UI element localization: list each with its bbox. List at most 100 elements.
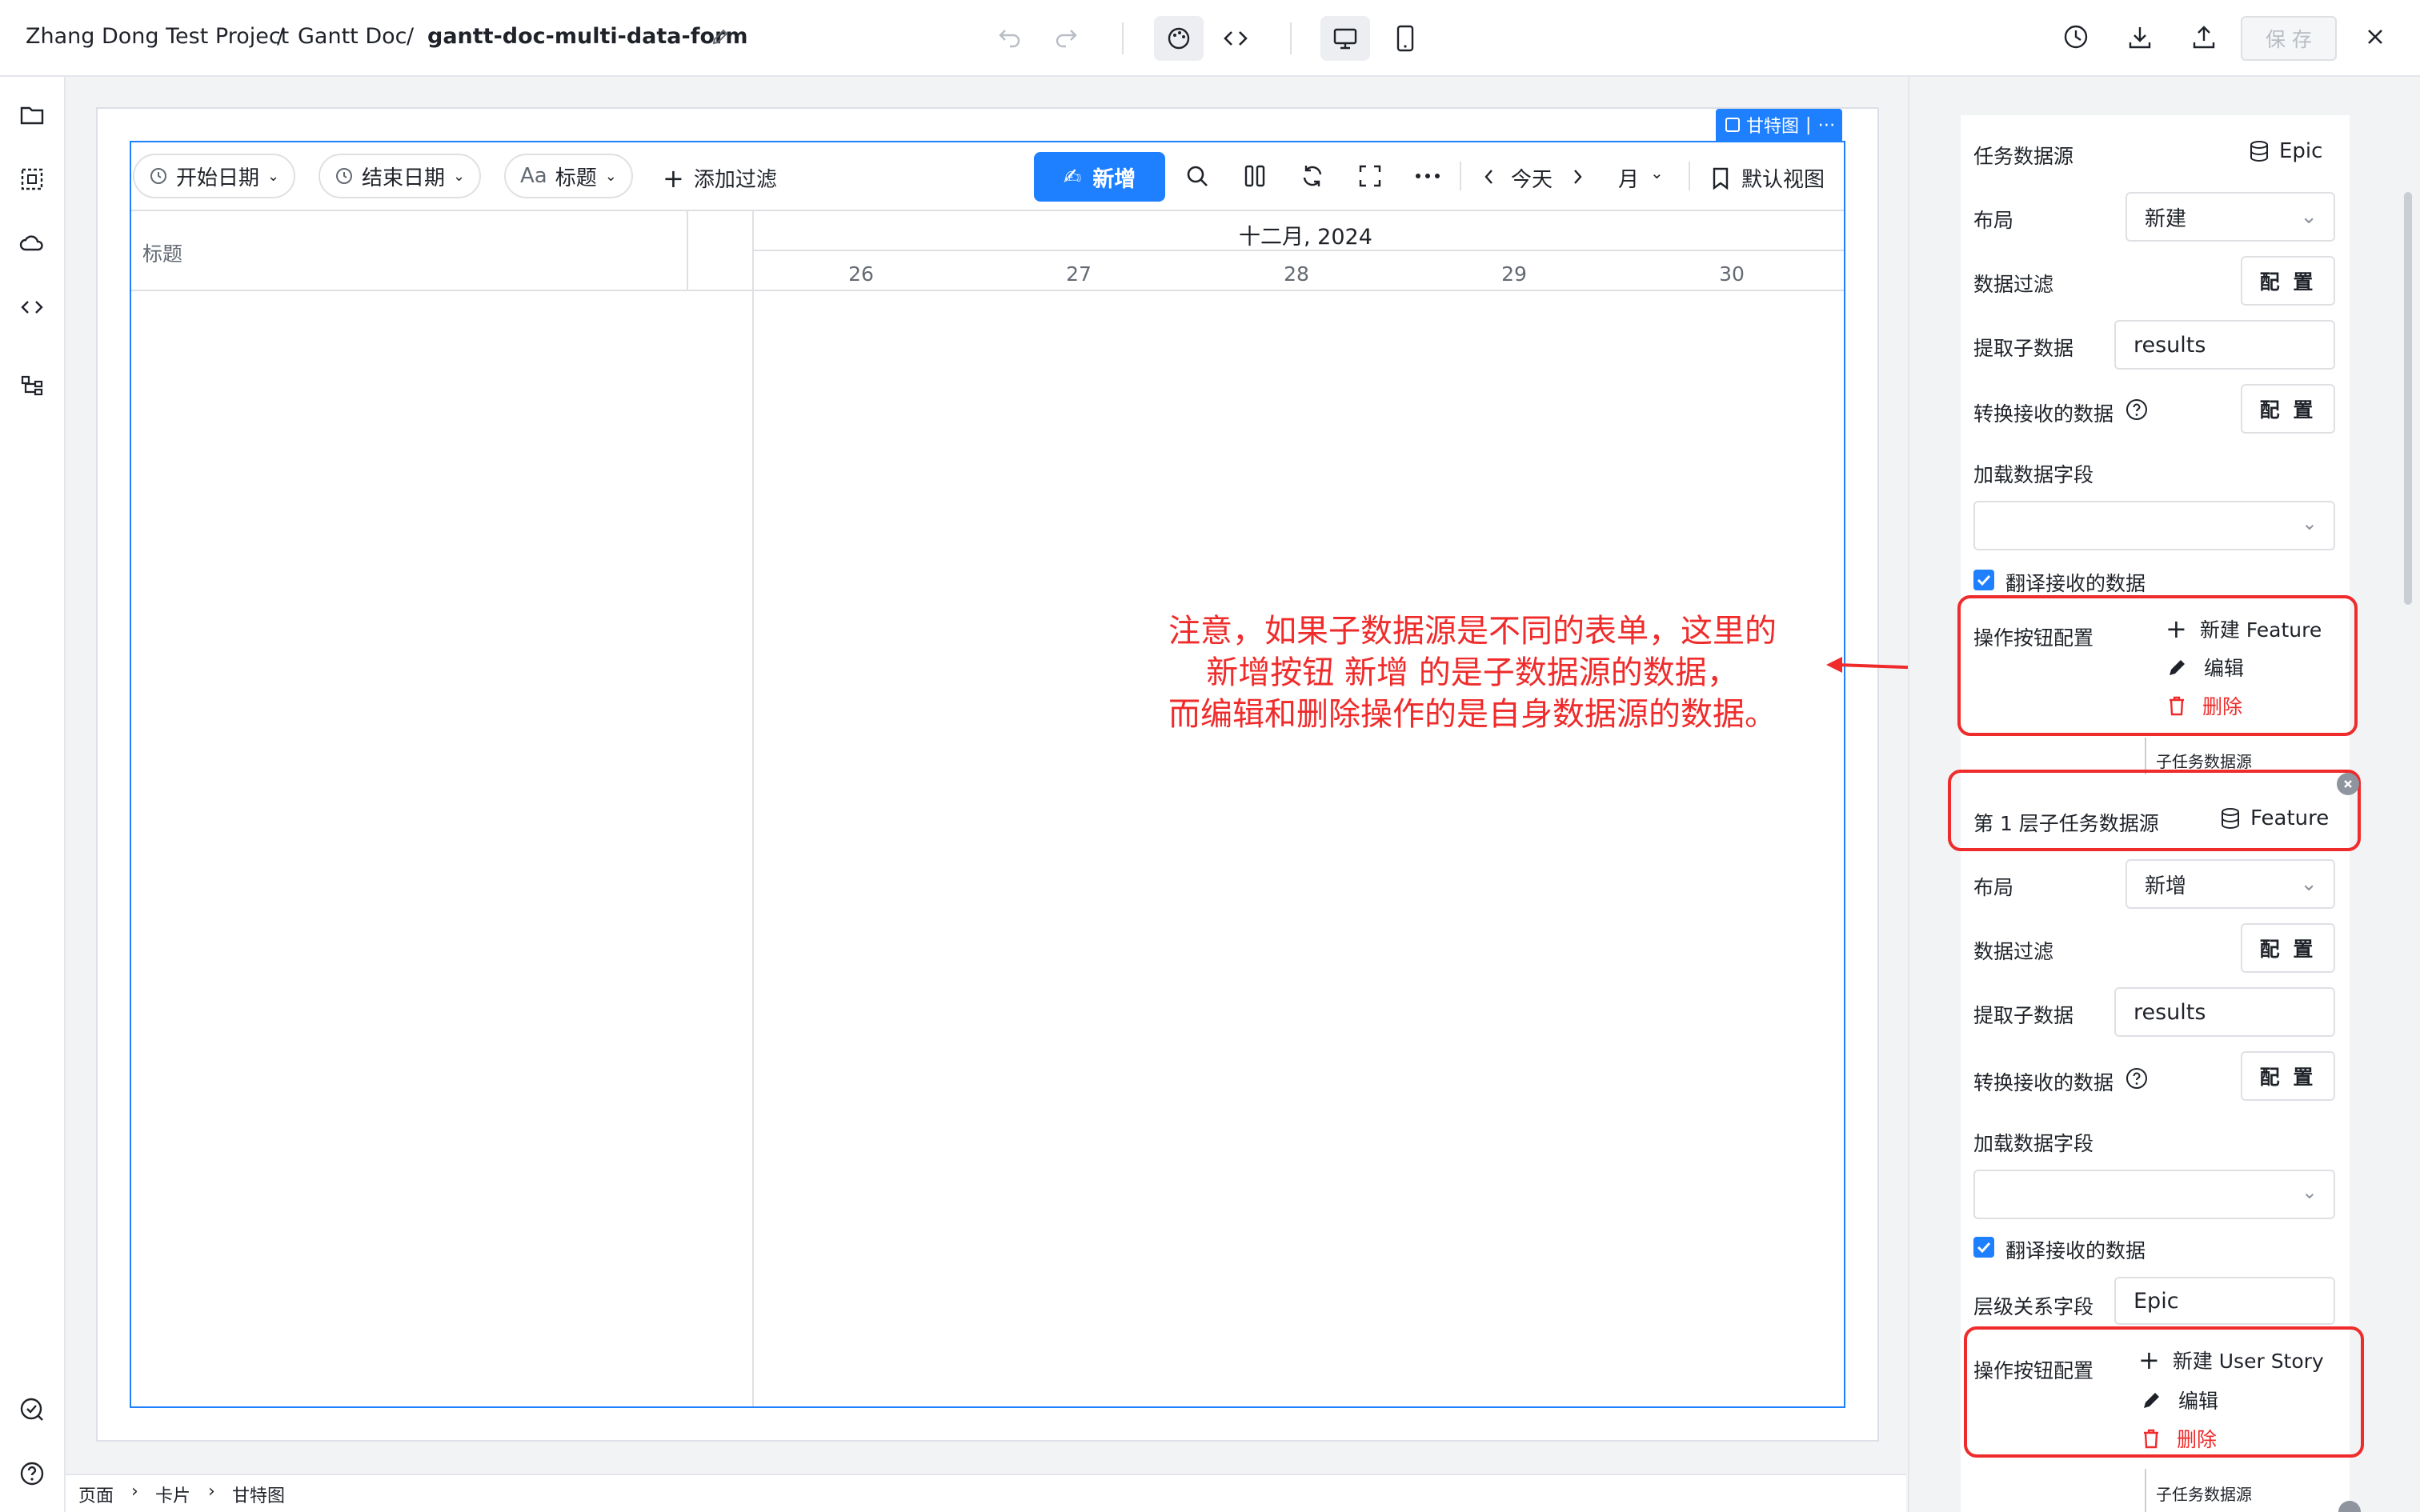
refresh-icon[interactable]	[1296, 160, 1328, 192]
check-zoom-icon[interactable]	[16, 1394, 48, 1426]
extract-child-input[interactable]: results	[2114, 320, 2335, 370]
select-area-icon[interactable]	[16, 163, 48, 195]
timeline-day: 28	[1284, 262, 1309, 286]
layout-select[interactable]: 新增 ⌄	[2126, 859, 2335, 909]
data-filter-label: 数据过滤	[1973, 940, 2054, 963]
pencil-icon	[2170, 660, 2185, 675]
hierarchy-field-input[interactable]: Epic	[2114, 1277, 2335, 1325]
desktop-view-icon[interactable]	[1320, 16, 1370, 61]
data-filter-config-button[interactable]: 配 置	[2241, 923, 2335, 973]
extract-child-input[interactable]: results	[2114, 987, 2335, 1037]
child-datasource-label: 子任务数据源	[2156, 752, 2252, 771]
database-icon	[2222, 808, 2239, 830]
load-fields-select[interactable]: ⌄	[1973, 501, 2335, 550]
more-icon[interactable]	[1412, 160, 1444, 192]
title-filter[interactable]: Aa 标题 ⌄	[504, 154, 633, 198]
columns-icon[interactable]	[1239, 160, 1271, 192]
annotation-line: 而编辑和删除操作的是自身数据源的数据。	[1168, 696, 1777, 733]
chevron-down-icon: ⌄	[2300, 872, 2318, 896]
action-create-item[interactable]: + 新建 Feature	[2166, 614, 2322, 643]
cloud-icon[interactable]	[16, 227, 48, 259]
help-icon[interactable]	[16, 1458, 48, 1490]
plus-icon: +	[2138, 1345, 2160, 1375]
code-icon[interactable]	[16, 291, 48, 323]
bottom-crumb-gantt[interactable]: 甘特图	[232, 1482, 285, 1507]
add-filter-button[interactable]: + 添加过滤	[663, 163, 777, 193]
datasource-selector[interactable]: Epic	[2249, 139, 2322, 163]
transform-config-button[interactable]: 配 置	[2241, 384, 2335, 434]
save-button[interactable]: 保 存	[2241, 16, 2337, 61]
layout-label: 布局	[1973, 209, 2014, 232]
chevron-down-icon: ⌄	[267, 167, 280, 185]
timeline-day: 29	[1501, 262, 1527, 286]
data-filter-config-button[interactable]: 配 置	[2241, 256, 2335, 306]
start-date-filter[interactable]: 开始日期 ⌄	[133, 154, 296, 198]
bookmark-icon	[1713, 167, 1729, 190]
redo-icon[interactable]	[1052, 22, 1080, 51]
help-icon[interactable]	[2124, 397, 2150, 422]
action-create-item[interactable]: + 新建 User Story	[2138, 1346, 2324, 1374]
breadcrumb-doc[interactable]: Gantt Doc	[298, 24, 407, 49]
folder-icon[interactable]	[16, 99, 48, 131]
structure-tree-icon[interactable]	[16, 370, 48, 402]
trash-icon	[2144, 1429, 2158, 1449]
end-date-label: 结束日期	[362, 166, 446, 190]
transform-config-button[interactable]: 配 置	[2241, 1051, 2335, 1101]
more-options-icon[interactable]: ⋯	[1817, 115, 1835, 135]
view-scale-select[interactable]: 月 ⌄	[1618, 163, 1664, 193]
chevron-right-icon: ›	[131, 1482, 138, 1502]
panel-scrollbar[interactable]	[2404, 192, 2412, 605]
bottom-crumb-page[interactable]: 页面	[78, 1482, 114, 1507]
data-filter-label: 数据过滤	[1973, 273, 2054, 296]
action-delete-item[interactable]: 删除	[2142, 1424, 2217, 1453]
remove-child-icon[interactable]	[2337, 773, 2359, 795]
edit-title-icon[interactable]	[709, 26, 731, 48]
chevron-right-icon[interactable]	[1565, 163, 1589, 190]
help-icon[interactable]	[2124, 1066, 2150, 1091]
action-edit-item[interactable]: 编辑	[2142, 1386, 2218, 1414]
bottom-crumb-card[interactable]: 卡片	[155, 1482, 190, 1507]
translate-checkbox[interactable]	[1973, 1237, 1994, 1258]
breadcrumb-separator: /	[277, 24, 285, 49]
search-icon[interactable]	[1181, 160, 1213, 192]
chevron-down-icon: ⌄	[2300, 205, 2318, 229]
page-title: gantt-doc-multi-data-form	[427, 24, 748, 49]
child-datasource-selector[interactable]: Feature	[2220, 806, 2329, 830]
download-icon[interactable]	[2124, 21, 2156, 53]
annotation-line: 注意，如果子数据源是不同的表单，这里的	[1168, 613, 1777, 650]
gantt-tag-label: 甘特图	[1746, 117, 1800, 137]
column-header-title[interactable]: 标题	[142, 238, 182, 267]
theme-palette-icon[interactable]	[1154, 16, 1204, 61]
fullscreen-icon[interactable]	[1354, 160, 1386, 192]
action-edit-item[interactable]: 编辑	[2167, 653, 2244, 682]
timeline-day: 30	[1719, 262, 1745, 286]
upload-icon[interactable]	[2188, 21, 2220, 53]
load-fields-select[interactable]: ⌄	[1973, 1170, 2335, 1219]
chevron-down-icon: ⌄	[2301, 1181, 2318, 1203]
close-icon[interactable]	[2361, 22, 2390, 51]
default-view-button[interactable]: 默认视图	[1711, 163, 1825, 193]
edit-component-icon[interactable]	[1725, 118, 1740, 132]
action-delete-item[interactable]: 删除	[2167, 691, 2242, 720]
gantt-component-tag[interactable]: 甘特图 | ⋯	[1716, 109, 1842, 141]
add-record-button[interactable]: ✍ 新增	[1034, 152, 1165, 202]
transform-label: 转换接收的数据	[1973, 402, 2114, 426]
code-icon[interactable]	[1220, 22, 1252, 54]
translate-checkbox[interactable]	[1973, 570, 1994, 590]
end-date-filter[interactable]: 结束日期 ⌄	[319, 154, 482, 198]
breadcrumb-project[interactable]: Zhang Dong Test Project	[26, 24, 289, 49]
database-icon	[2250, 141, 2268, 162]
chevron-down-icon: ⌄	[2301, 512, 2318, 534]
mobile-view-icon[interactable]	[1389, 21, 1421, 56]
layout-select[interactable]: 新建 ⌄	[2126, 192, 2335, 242]
undo-icon[interactable]	[996, 22, 1024, 51]
today-button[interactable]: 今天	[1511, 163, 1553, 193]
add-label: 新增	[1092, 166, 1136, 192]
annotation-line: 新增按钮 新增 的是子数据源的数据，	[1206, 654, 1739, 691]
transform-label: 转换接收的数据	[1973, 1071, 2114, 1094]
chevron-left-icon[interactable]	[1477, 163, 1501, 190]
gantt-chart-card[interactable]	[130, 141, 1845, 1408]
child-datasource-label: 子任务数据源	[2156, 1485, 2252, 1504]
timeline-day: 26	[848, 262, 874, 286]
history-icon[interactable]	[2060, 21, 2092, 53]
